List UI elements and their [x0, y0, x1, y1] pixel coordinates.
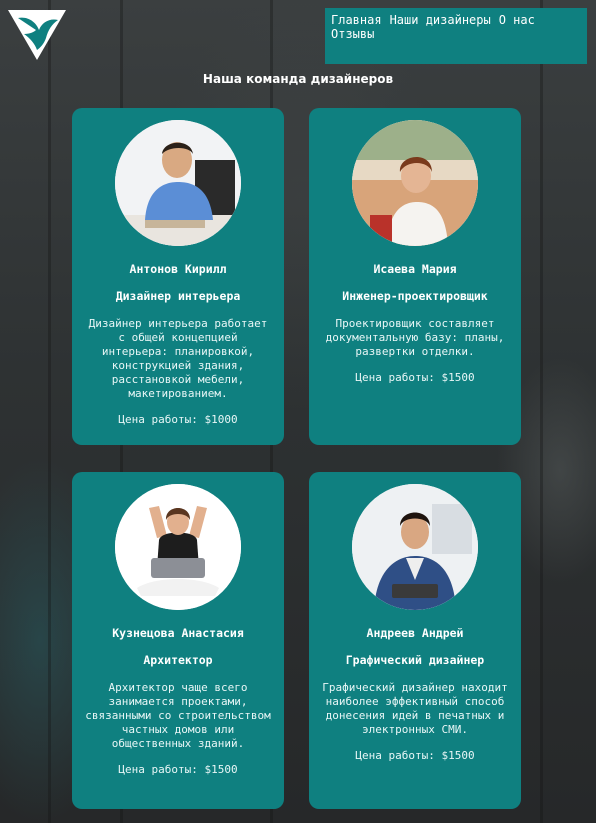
avatar	[115, 484, 241, 610]
bird-logo-icon[interactable]	[6, 8, 68, 62]
designer-role: Дизайнер интерьера	[115, 289, 241, 303]
designer-price: Цена работы: $1000	[118, 413, 238, 426]
designer-name: Андреев Андрей	[366, 626, 464, 640]
designer-card: Кузнецова Анастасия Архитектор Архитекто…	[72, 472, 284, 809]
designer-card: Антонов Кирилл Дизайнер интерьера Дизайн…	[72, 108, 284, 445]
designer-card: Андреев Андрей Графический дизайнер Граф…	[309, 472, 521, 809]
designer-description: Архитектор чаще всего занимается проекта…	[85, 681, 271, 750]
designer-description: Графический дизайнер находит наиболее эф…	[322, 681, 508, 736]
nav-link-about[interactable]: О нас	[499, 13, 535, 27]
designer-role: Инженер-проектировщик	[342, 289, 488, 303]
designer-description: Проектировщик составляет документальную …	[325, 317, 505, 358]
designer-name: Антонов Кирилл	[129, 262, 227, 276]
designer-price: Цена работы: $1500	[118, 763, 238, 776]
avatar	[115, 120, 241, 246]
designer-role: Архитектор	[143, 653, 213, 667]
main-nav: Главная Наши дизайнеры О нас Отзывы	[325, 8, 587, 64]
avatar	[352, 484, 478, 610]
designer-price: Цена работы: $1500	[355, 371, 475, 384]
designer-role: Графический дизайнер	[345, 653, 485, 667]
page-title: Наша команда дизайнеров	[202, 72, 394, 86]
nav-link-reviews[interactable]: Отзывы	[331, 27, 374, 41]
nav-link-designers[interactable]: Наши дизайнеры	[390, 13, 491, 27]
designer-name: Исаева Мария	[373, 262, 457, 276]
designer-card: Исаева Мария Инженер-проектировщик Проек…	[309, 108, 521, 445]
nav-link-home[interactable]: Главная	[331, 13, 382, 27]
designer-name: Кузнецова Анастасия	[112, 626, 244, 640]
avatar	[352, 120, 478, 246]
designer-description: Дизайнер интерьера работает с общей конц…	[88, 317, 268, 400]
designer-price: Цена работы: $1500	[355, 749, 475, 762]
